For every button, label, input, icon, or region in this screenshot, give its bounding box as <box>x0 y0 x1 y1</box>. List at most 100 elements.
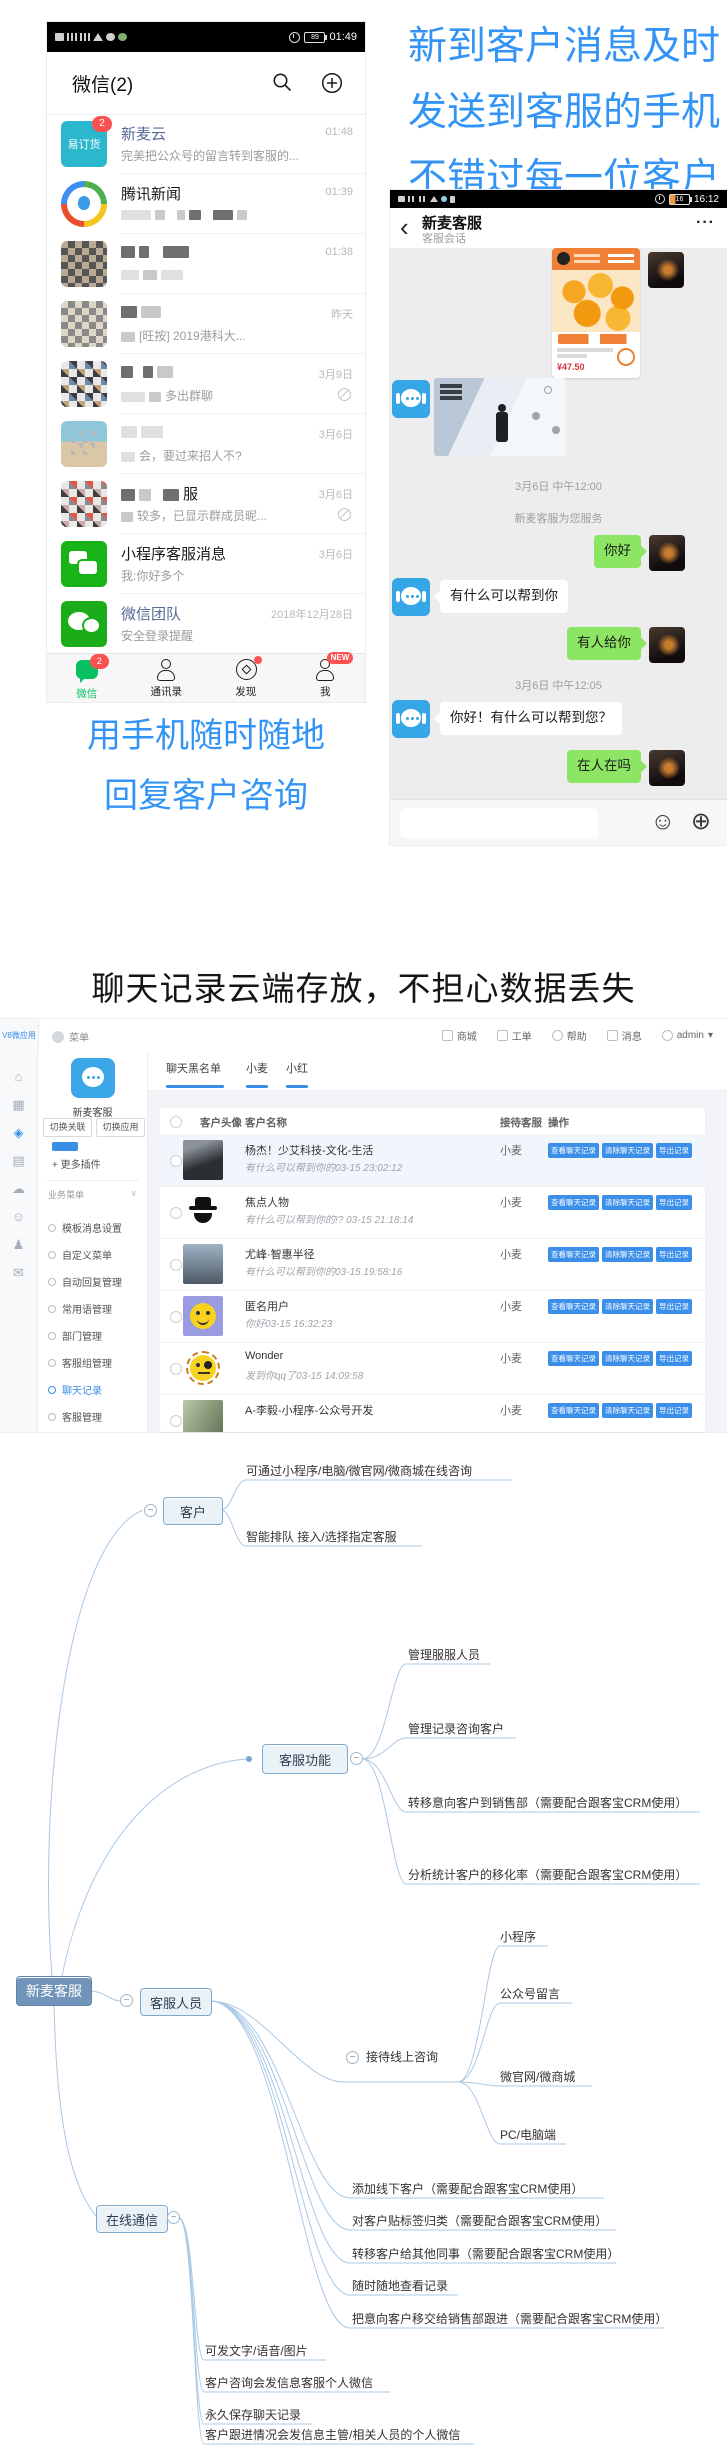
collapse-toggle-icon[interactable]: − <box>167 2211 180 2224</box>
row-checkbox[interactable] <box>170 1311 182 1323</box>
row-checkbox[interactable] <box>170 1155 182 1167</box>
tab-discover[interactable]: 发现 <box>206 654 286 702</box>
mindmap-root-node[interactable]: 新麦客服 <box>16 1976 92 2006</box>
sidebar-item-phrases[interactable]: 常用语管理 <box>48 1295 143 1322</box>
row-checkbox[interactable] <box>170 1207 182 1219</box>
sidebar-item-groups[interactable]: 客服组管理 <box>48 1349 143 1376</box>
avatar-text: 易订货 <box>68 136 101 152</box>
mindmap-node-comm[interactable]: 在线通信 <box>96 2205 168 2233</box>
chat-list-item[interactable]: 服 较多，已显示群成员昵... 3月6日 <box>47 474 365 534</box>
add-icon[interactable] <box>321 72 343 99</box>
chat-list-item[interactable]: 会，要过来招人不? 3月6日 <box>47 414 365 474</box>
switch-app-button[interactable]: 切换应用 <box>96 1118 145 1137</box>
messages-icon[interactable]: ✉ <box>13 1266 24 1279</box>
tab-blacklist[interactable]: 聊天黑名单 <box>166 1060 221 1076</box>
sidebar-item-chat-records[interactable]: 聊天记录 <box>48 1376 143 1403</box>
section-label[interactable]: 业务菜单∨ <box>48 1188 137 1201</box>
chat-list-item[interactable]: 易订货2 新麦云 完美把公众号的留言转到客服的... 01:48 <box>47 114 365 174</box>
view-records-button[interactable]: 查看聊天记录 <box>548 1351 599 1366</box>
export-records-button[interactable]: 导出记录 <box>656 1247 692 1262</box>
user-menu[interactable]: admin▾ <box>662 1030 713 1041</box>
home-icon[interactable]: ⌂ <box>15 1070 23 1083</box>
signal-icon <box>67 33 77 41</box>
customers-icon[interactable]: ☺ <box>12 1210 25 1223</box>
table-row[interactable]: 尤峰·智惠半径 有什么可以帮到你的03-15 19:58:16 小麦 查看聊天记… <box>160 1238 705 1291</box>
collapse-toggle-icon[interactable]: − <box>120 1994 133 2007</box>
switch-link-button[interactable]: 切换关联 <box>43 1118 92 1137</box>
incoming-message: 有什么可以帮到你 <box>440 580 568 613</box>
modules-icon[interactable]: ▤ <box>12 1154 24 1167</box>
sidebar-item-custom-menu[interactable]: 自定义菜单 <box>48 1241 143 1268</box>
tab-chats[interactable]: 2 微信 <box>47 654 127 702</box>
clear-records-button[interactable]: 清除聊天记录 <box>602 1351 653 1366</box>
page-title: 微信(2) <box>72 70 133 97</box>
current-app-icon[interactable]: ◈ <box>14 1126 24 1139</box>
tab-xiaomai[interactable]: 小麦 <box>246 1060 268 1076</box>
sidebar-item-agents[interactable]: 客服管理 <box>48 1403 143 1430</box>
view-records-button[interactable]: 查看聊天记录 <box>548 1247 599 1262</box>
search-icon[interactable] <box>272 72 293 98</box>
nav-messages[interactable]: 消息 <box>607 1028 642 1043</box>
chat-list-item[interactable]: 小程序客服消息 我:你好多个 3月6日 <box>47 534 365 594</box>
export-records-button[interactable]: 导出记录 <box>656 1143 692 1158</box>
nav-help[interactable]: 帮助 <box>552 1028 587 1043</box>
apps-icon[interactable]: ▦ <box>12 1098 24 1111</box>
table-row[interactable]: Wonder 发到你qq了03-15 14:09:58 小麦 查看聊天记录清除聊… <box>160 1342 705 1395</box>
chat-list-item[interactable]: 微信团队 安全登录提醒 2018年12月28日 <box>47 594 365 654</box>
row-checkbox[interactable] <box>170 1415 182 1427</box>
table-row[interactable]: 匿名用户 你好03-15 16:32:23 小麦 查看聊天记录清除聊天记录导出记… <box>160 1290 705 1343</box>
sidebar-item-auto-reply[interactable]: 自动回复管理 <box>48 1268 143 1295</box>
clear-records-button[interactable]: 清除聊天记录 <box>602 1143 653 1158</box>
view-records-button[interactable]: 查看聊天记录 <box>548 1195 599 1210</box>
tab-contacts[interactable]: 通讯录 <box>127 654 207 702</box>
tab-xiaohong[interactable]: 小红 <box>286 1060 308 1076</box>
menu-toggle[interactable]: 菜单 <box>52 1029 89 1044</box>
collapse-toggle-icon[interactable]: − <box>144 1504 157 1517</box>
table-row[interactable]: 焦点人物 有什么可以帮到你的!? 03-15 21:18:14 小麦 查看聊天记… <box>160 1186 705 1239</box>
more-menu-icon[interactable]: ··· <box>696 214 715 232</box>
clear-records-button[interactable]: 清除聊天记录 <box>602 1403 653 1418</box>
clear-records-button[interactable]: 清除聊天记录 <box>602 1247 653 1262</box>
mindmap-node-staff[interactable]: 客服人员 <box>140 1988 212 2016</box>
row-checkbox[interactable] <box>170 1363 182 1375</box>
alarm-icon <box>289 32 300 43</box>
row-checkbox[interactable] <box>170 1259 182 1271</box>
clear-records-button[interactable]: 清除聊天记录 <box>602 1299 653 1314</box>
view-records-button[interactable]: 查看聊天记录 <box>548 1403 599 1418</box>
export-records-button[interactable]: 导出记录 <box>656 1195 692 1210</box>
table-row[interactable]: A-李毅-小程序-公众号开发 小麦 查看聊天记录清除聊天记录导出记录 <box>160 1394 705 1432</box>
mindmap-node-features[interactable]: 客服功能 <box>262 1744 348 1774</box>
emoji-icon[interactable]: ☺ <box>650 808 675 836</box>
tab-label: 我 <box>286 684 366 699</box>
export-records-button[interactable]: 导出记录 <box>656 1299 692 1314</box>
message-input[interactable] <box>400 808 598 838</box>
table-row[interactable]: 杨杰！少艾科技-文化-生活 有什么可以帮到你的03-15 23:02:12 小麦… <box>160 1134 705 1187</box>
chat-time: 01:38 <box>325 246 353 258</box>
chat-list-item[interactable]: 多出群聊 3月9日 <box>47 354 365 414</box>
staff-icon[interactable]: ♟ <box>13 1238 25 1251</box>
chat-list-item[interactable]: [旺按] 2019港科大... 昨天 <box>47 294 365 354</box>
clear-records-button[interactable]: 清除聊天记录 <box>602 1195 653 1210</box>
game-screenshot-message[interactable] <box>434 378 566 456</box>
chat-list-item[interactable]: 01:38 <box>47 234 365 294</box>
product-card-message[interactable]: ¥47.50 <box>552 248 640 378</box>
export-records-button[interactable]: 导出记录 <box>656 1403 692 1418</box>
collapse-toggle-icon[interactable]: − <box>346 2051 359 2064</box>
more-plugins-link[interactable]: + 更多插件 <box>52 1156 101 1171</box>
view-records-button[interactable]: 查看聊天记录 <box>548 1143 599 1158</box>
nav-workorder[interactable]: 工单 <box>497 1028 532 1043</box>
chat-list-item[interactable]: 腾讯新闻 01:39 <box>47 174 365 234</box>
select-all-checkbox[interactable] <box>170 1116 182 1128</box>
view-records-button[interactable]: 查看聊天记录 <box>548 1299 599 1314</box>
cloud-icon[interactable]: ☁ <box>12 1182 25 1195</box>
mindmap-leaf: 转移客户给其他同事（需要配合跟客宝CRM使用） <box>352 2245 619 2262</box>
collapse-toggle-icon[interactable]: − <box>350 1752 363 1765</box>
sidebar-item-departments[interactable]: 部门管理 <box>48 1322 143 1349</box>
nav-shop[interactable]: 商城 <box>442 1028 477 1043</box>
mindmap-node-customer[interactable]: 客户 <box>163 1497 223 1525</box>
tab-me[interactable]: NEW 我 <box>286 654 366 702</box>
back-icon[interactable]: ‹ <box>400 212 409 243</box>
export-records-button[interactable]: 导出记录 <box>656 1351 692 1366</box>
sidebar-item-template-msg[interactable]: 模板消息设置 <box>48 1214 143 1241</box>
plus-icon[interactable]: ⊕ <box>691 808 711 836</box>
